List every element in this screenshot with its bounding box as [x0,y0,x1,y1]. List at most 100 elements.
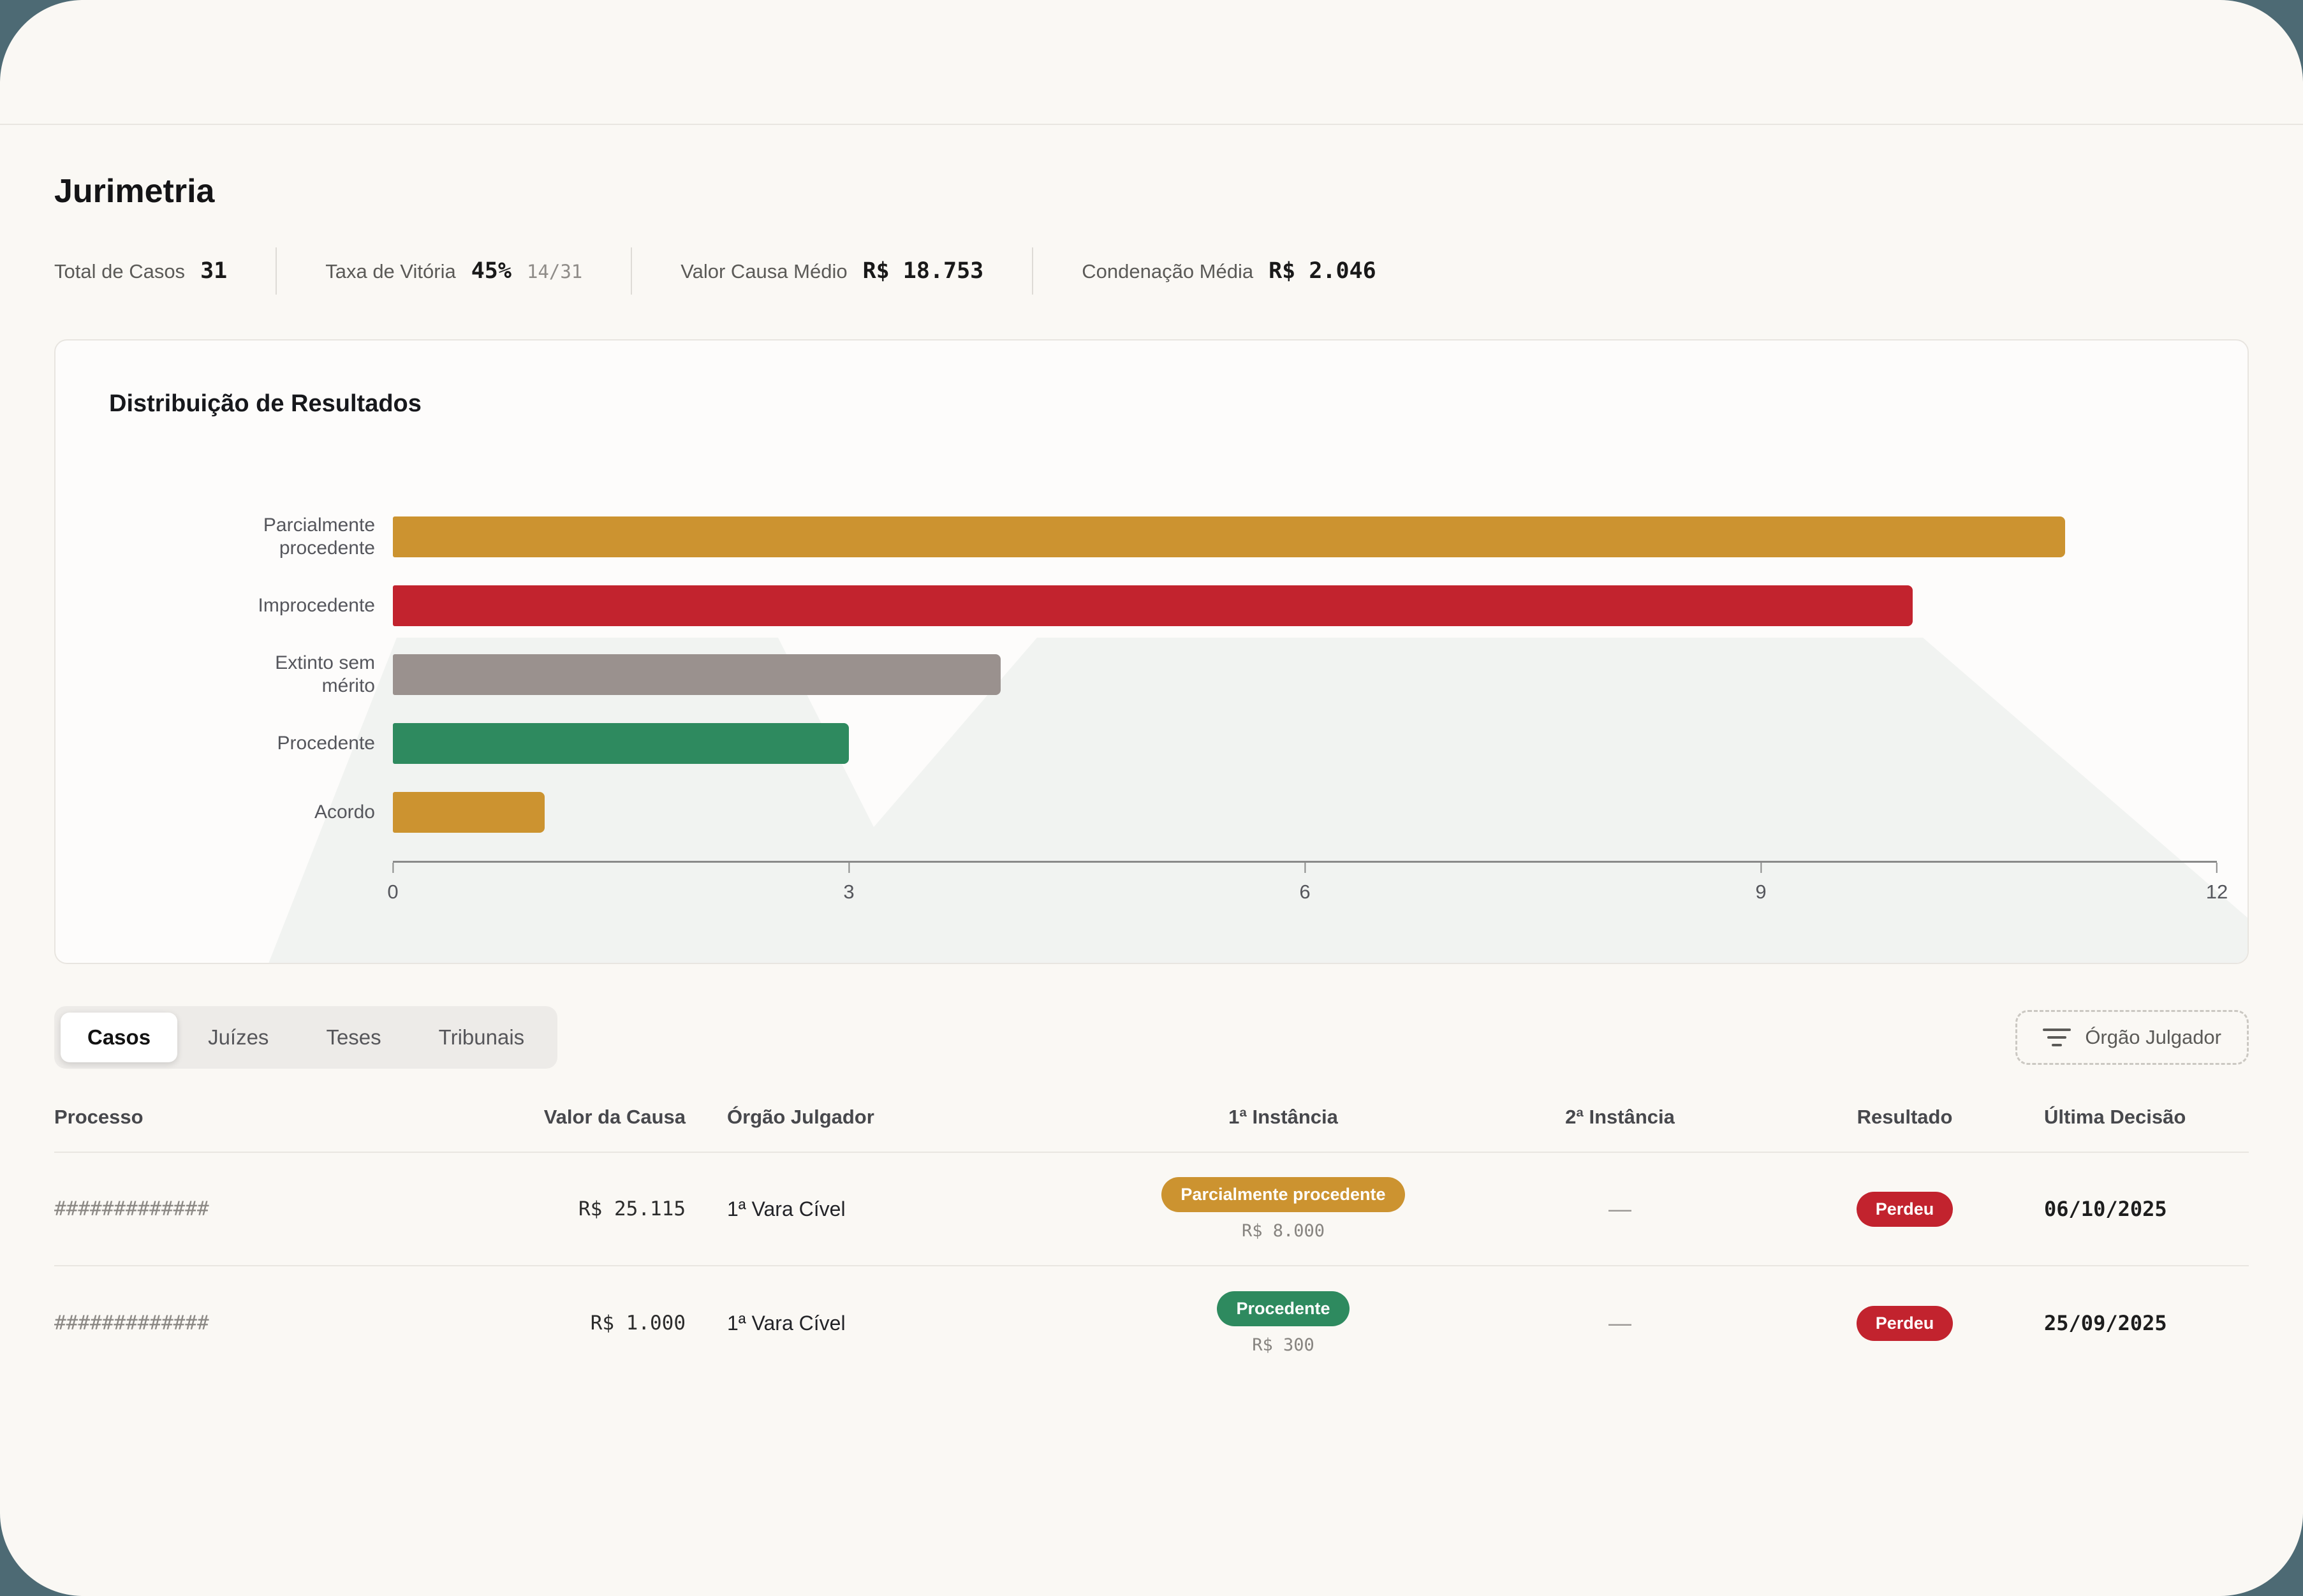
cell-valor-da-causa: R$ 1.000 [437,1312,686,1335]
app-window: Jurimetria Total de Casos31 Taxa de Vitór… [0,0,2303,1596]
column-header-orgao-julgador: Órgão Julgador [686,1106,1092,1129]
chart-bar[interactable] [393,516,2065,557]
column-header-1-instancia: 1ª Instância [1092,1106,1475,1129]
chart-bar-track [393,585,2217,626]
stat-taxa-de-vitoria: Taxa de Vitória 45% 14/31 [325,258,582,284]
chart-bar-track [393,516,2217,557]
chart-title: Distribuição de Resultados [109,390,2217,418]
stat-value: 31 [200,258,227,284]
filter-button-label: Órgão Julgador [2085,1026,2221,1049]
bar-chart: Parcialmenteprocedente Improcedente Extint… [109,516,2217,833]
result-badge-perdeu: Perdeu [1857,1192,1954,1227]
stat-separator [276,247,277,295]
chart-category-label: Procedente [109,732,393,755]
cell-resultado: Perdeu [1765,1192,2044,1227]
chart-bar[interactable] [393,585,1913,626]
chart-bar-row-parcialmente-procedente: Parcialmenteprocedente [109,516,2217,557]
x-axis-tick: 12 [2206,863,2228,904]
stat-total-de-casos: Total de Casos31 [54,258,227,284]
cell-valor-da-causa: R$ 25.115 [437,1197,686,1220]
table-body: #############R$ 25.1151ª Vara CívelParci… [54,1153,2249,1380]
stat-label: Valor Causa Médio [681,260,847,283]
x-axis: 036912 [109,861,2217,912]
stat-label: Condenação Média [1082,260,1253,283]
cell-resultado: Perdeu [1765,1306,2044,1341]
cell-orgao-julgador: 1ª Vara Cível [686,1312,1092,1335]
table-row[interactable]: #############R$ 25.1151ª Vara CívelParci… [54,1153,2249,1266]
stat-value: 45% [471,258,511,284]
cell-ultima-decisao: 06/10/2025 [2044,1197,2249,1221]
tick-label: 12 [2206,881,2228,904]
chart-category-label: Acordo [109,801,393,824]
tab-casos[interactable]: Casos [61,1013,177,1062]
cell-processo: ############# [54,1312,437,1335]
tick-mark [392,863,394,873]
tick-mark [1304,863,1306,873]
x-axis-tick: 9 [1755,863,1766,904]
tab-teses[interactable]: Teses [299,1013,408,1062]
tab-bar: CasosJuízesTesesTribunais [54,1006,557,1069]
column-header-2-instancia: 2ª Instância [1475,1106,1765,1129]
tick-label: 6 [1299,881,1310,904]
cell-processo: ############# [54,1197,437,1220]
stat-sub-value: 14/31 [527,261,582,282]
chart-bar-row-procedente: Procedente [109,723,2217,764]
tab-juizes[interactable]: Juízes [181,1013,295,1062]
outcome-badge-procedente: Procedente [1217,1291,1349,1326]
stat-separator [631,247,632,295]
cell-segunda-instancia: — [1475,1310,1765,1336]
column-header-ultima-decisao: Última Decisão [2044,1106,2249,1129]
x-axis-tick: 3 [843,863,854,904]
chart-category-label: Improcedente [109,594,393,617]
main-content: Jurimetria Total de Casos31 Taxa de Vitór… [0,125,2303,1596]
table-row[interactable]: #############R$ 1.0001ª Vara CívelProced… [54,1266,2249,1380]
cell-orgao-julgador: 1ª Vara Cível [686,1197,1092,1221]
tick-label: 3 [843,881,854,904]
chart-bar-row-extinto-sem-merito: Extinto semmérito [109,654,2217,695]
tick-label: 9 [1755,881,1766,904]
column-header-resultado: Resultado [1765,1106,2044,1129]
stat-valor-causa-medio: Valor Causa Médio R$ 18.753 [681,258,983,284]
page-title: Jurimetria [54,172,2249,210]
table-header-row: ProcessoValor da CausaÓrgão Julgador1ª I… [54,1106,2249,1153]
window-chrome-bar [0,0,2303,125]
chart-bar-row-improcedente: Improcedente [109,585,2217,626]
chart-bar[interactable] [393,654,1001,695]
results-distribution-card: Distribuição de Resultados Parcialmentep… [54,339,2249,964]
chart-bar-row-acordo: Acordo [109,792,2217,833]
chart-bar-track [393,654,2217,695]
outcome-badge-parcialmente-procedente: Parcialmente procedente [1161,1177,1404,1212]
cell-primeira-instancia: Parcialmente procedente R$ 8.000 [1092,1177,1475,1241]
chart-bar-track [393,723,2217,764]
tabs-and-filter-row: CasosJuízesTesesTribunais Órgão Julgador [54,1006,2249,1069]
orgao-julgador-filter-button[interactable]: Órgão Julgador [2015,1010,2249,1065]
x-axis-tick: 0 [387,863,398,904]
chart-bar[interactable] [393,723,849,764]
tick-mark [2216,863,2218,873]
x-axis-tick: 6 [1299,863,1310,904]
tab-tribunais[interactable]: Tribunais [412,1013,552,1062]
chart-bar[interactable] [393,792,545,833]
x-axis-line: 036912 [393,861,2217,912]
cell-segunda-instancia: — [1475,1196,1765,1222]
cell-primeira-instancia: Procedente R$ 300 [1092,1291,1475,1355]
stat-label: Taxa de Vitória [325,260,456,283]
chart-bar-track [393,792,2217,833]
summary-stats: Total de Casos31 Taxa de Vitória 45% 14/31 V… [54,247,2249,295]
stat-value: R$ 18.753 [863,258,984,284]
tick-label: 0 [387,881,398,904]
cases-table: ProcessoValor da CausaÓrgão Julgador1ª I… [54,1106,2249,1380]
stat-separator [1032,247,1033,295]
condenacao-sub-value: R$ 300 [1092,1335,1475,1355]
condenacao-sub-value: R$ 8.000 [1092,1221,1475,1241]
result-badge-perdeu: Perdeu [1857,1306,1954,1341]
column-header-valor-da-causa: Valor da Causa [437,1106,686,1129]
axis-spacer [109,861,393,912]
column-header-processo: Processo [54,1106,437,1129]
stat-value: R$ 2.046 [1269,258,1376,284]
chart-category-label: Parcialmenteprocedente [109,514,393,560]
tick-mark [1760,863,1762,873]
cell-ultima-decisao: 25/09/2025 [2044,1311,2249,1335]
chart-category-label: Extinto semmérito [109,652,393,698]
tick-mark [848,863,850,873]
